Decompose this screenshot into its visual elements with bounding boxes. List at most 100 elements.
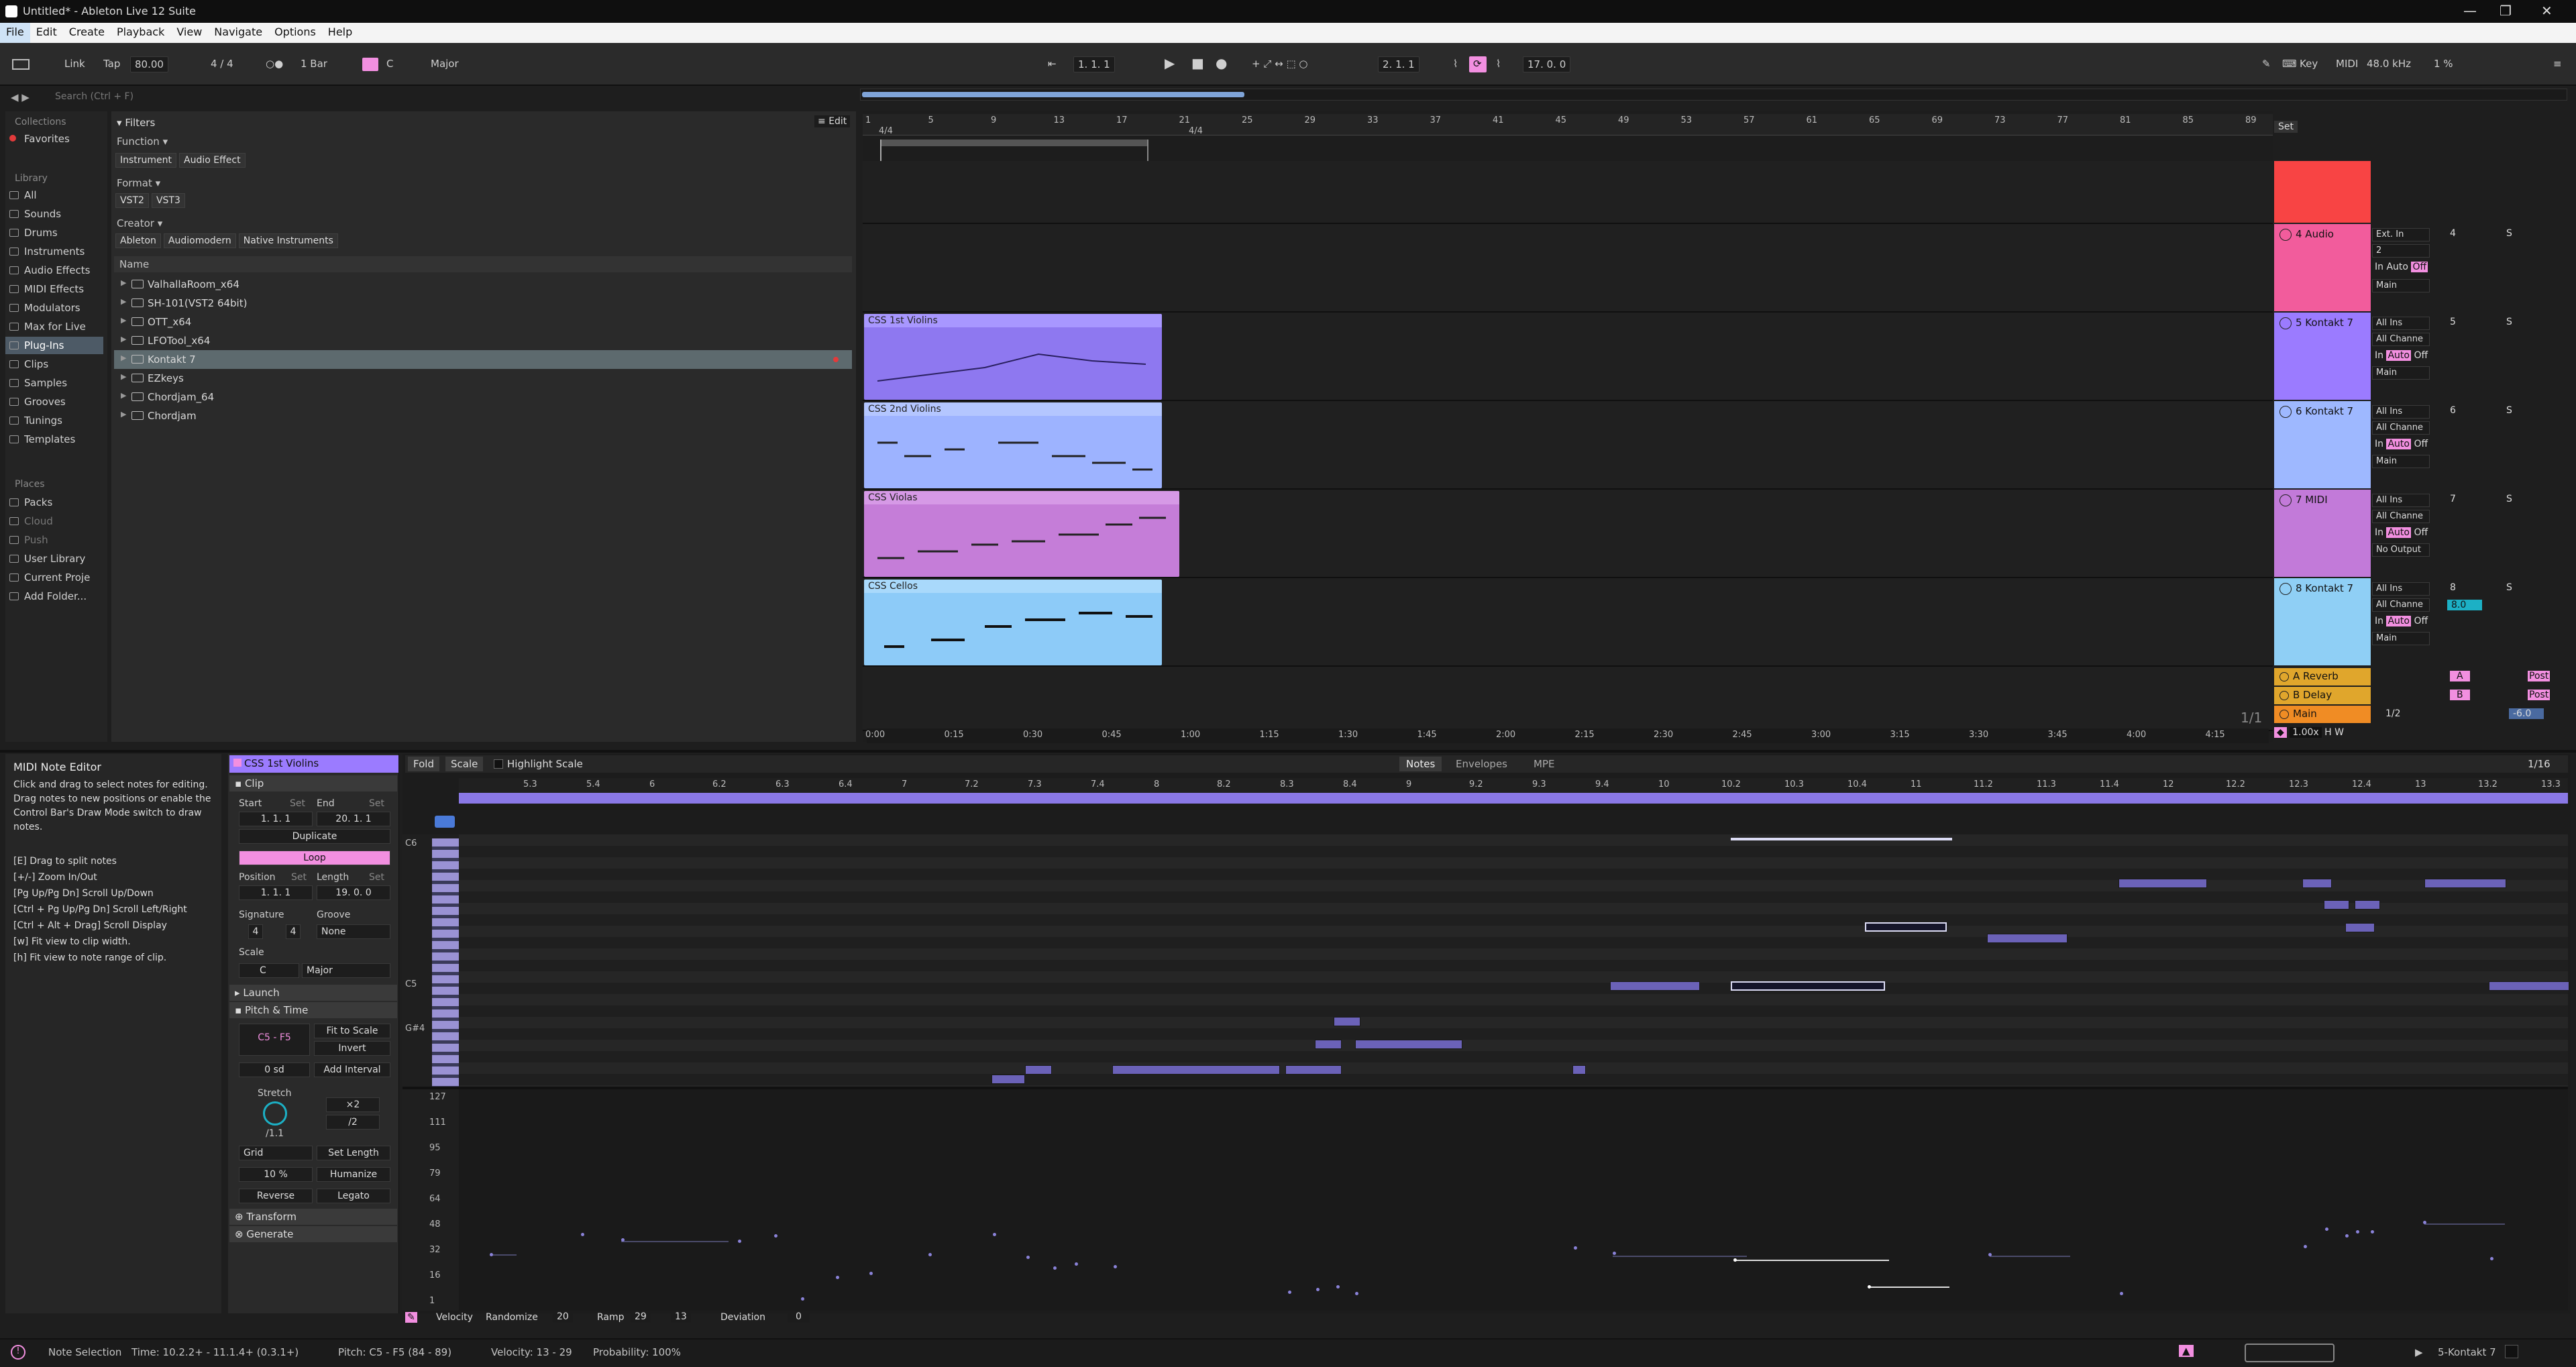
overview-mini[interactable]: [2245, 1344, 2334, 1362]
length-field[interactable]: 19. 0. 0: [317, 885, 390, 900]
sidebar-item-add-folder[interactable]: Add Folder...: [5, 588, 103, 605]
zoom-level[interactable]: 1.00x: [2290, 727, 2322, 738]
clip-color-icon[interactable]: [233, 759, 241, 767]
length-set-button[interactable]: Set: [369, 872, 384, 883]
clip-css-violas[interactable]: CSS Violas: [864, 491, 1179, 577]
return-track-b-delay[interactable]: B Delay: [2274, 687, 2371, 704]
monitor-controls[interactable]: In Auto Off: [2375, 262, 2428, 272]
input-type-select[interactable]: All Ins: [2372, 582, 2430, 596]
sidebar-item-samples[interactable]: Samples: [5, 374, 103, 392]
zoom-controls[interactable]: ◆ 1.00x H W: [2274, 727, 2371, 743]
velocity-point[interactable]: [1574, 1246, 1577, 1250]
output-select[interactable]: Main: [2372, 279, 2430, 292]
note-grid[interactable]: [459, 834, 2569, 1087]
midi-note[interactable]: [1025, 1065, 1052, 1075]
tag-instrument[interactable]: Instrument: [115, 153, 177, 168]
punch-out-icon[interactable]: ⌇: [1492, 56, 1505, 72]
stretch-knob-icon[interactable]: [263, 1101, 287, 1126]
monitor-off[interactable]: Off: [2411, 262, 2428, 272]
solo-button[interactable]: S: [2506, 228, 2512, 239]
scale-button[interactable]: Scale: [445, 757, 484, 771]
set-length-button[interactable]: Set Length: [317, 1146, 390, 1160]
velocity-lane[interactable]: [459, 1089, 2568, 1311]
track-activator-icon[interactable]: [2279, 690, 2289, 700]
humanize-button[interactable]: Humanize: [317, 1167, 390, 1182]
zoom-icon[interactable]: ◆: [2274, 727, 2287, 738]
monitor-controls[interactable]: In Auto Off: [2375, 439, 2428, 449]
midi-note[interactable]: [2345, 923, 2375, 932]
velocity-point[interactable]: [1336, 1285, 1340, 1289]
track-header-8-kontakt[interactable]: 8 Kontakt 7: [2274, 578, 2371, 665]
velocity-point-selected[interactable]: [1733, 1258, 1737, 1262]
tag-native-instruments[interactable]: Native Instruments: [238, 233, 338, 248]
tempo-field[interactable]: 80.00: [130, 56, 168, 72]
post-button[interactable]: Post: [2528, 690, 2551, 700]
sidebar-item-packs[interactable]: Packs: [5, 494, 103, 511]
velocity-point[interactable]: [2304, 1245, 2307, 1248]
expand-icon[interactable]: ▶: [121, 297, 126, 306]
velocity-point[interactable]: [869, 1272, 873, 1275]
generate-section-header[interactable]: ⊗ Generate: [229, 1226, 397, 1242]
fit-to-scale-button[interactable]: Fit to Scale: [314, 1024, 390, 1038]
sig-marker-1[interactable]: 4/4: [879, 126, 893, 136]
main-cue-select[interactable]: 1/2: [2385, 708, 2401, 719]
start-field[interactable]: 1. 1. 1: [239, 812, 313, 826]
monitor-in[interactable]: In: [2375, 439, 2383, 449]
deviation-amount[interactable]: 0: [788, 1311, 810, 1323]
randomize-button[interactable]: Randomize: [486, 1312, 538, 1323]
solo-button[interactable]: S: [2506, 317, 2512, 327]
track-volume[interactable]: 8.0: [2447, 600, 2482, 610]
track-header-7-midi[interactable]: 7 MIDI: [2274, 490, 2371, 577]
clip-css-cellos[interactable]: CSS Cellos: [864, 580, 1162, 665]
file-item[interactable]: ▶ ValhallaRoom_x64: [114, 275, 852, 294]
tab-notes[interactable]: Notes: [1399, 757, 1442, 771]
track-header-5-kontakt[interactable]: 5 Kontakt 7: [2274, 313, 2371, 400]
clip-scale-select[interactable]: Major: [302, 963, 390, 978]
midi-note[interactable]: [1572, 1065, 1586, 1075]
midi-mapping-button[interactable]: MIDI: [2332, 56, 2362, 72]
menu-help[interactable]: Help: [322, 23, 358, 43]
clip-name-header[interactable]: CSS 1st Violins: [229, 755, 398, 773]
midi-note[interactable]: [1731, 838, 1952, 840]
return-lanes[interactable]: [863, 667, 2273, 731]
midi-note[interactable]: [1610, 981, 1700, 991]
velocity-point[interactable]: [2356, 1230, 2359, 1234]
midi-note[interactable]: [1987, 934, 2068, 943]
input-channel-select[interactable]: All Channe: [2372, 598, 2430, 612]
overview-viewport[interactable]: [862, 92, 1244, 97]
monitor-controls[interactable]: In Auto Off: [2375, 616, 2428, 626]
sidebar-item-cloud[interactable]: Cloud: [5, 512, 103, 530]
sidebar-item-current-project[interactable]: Current Proje: [5, 569, 103, 586]
tab-envelopes[interactable]: Envelopes: [1456, 758, 1507, 770]
randomize-amount[interactable]: 20: [553, 1311, 573, 1323]
input-channel-select[interactable]: All Channe: [2372, 510, 2430, 523]
input-channel-select[interactable]: All Channe: [2372, 421, 2430, 435]
velocity-point[interactable]: [1075, 1262, 1078, 1266]
sidebar-item-grooves[interactable]: Grooves: [5, 393, 103, 411]
follow-icon[interactable]: ⇤: [1044, 56, 1061, 72]
velocity-point[interactable]: [774, 1234, 777, 1238]
velocity-point[interactable]: [581, 1233, 584, 1236]
file-item[interactable]: ▶ LFOTool_x64: [114, 331, 852, 350]
velocity-bar[interactable]: [1990, 1256, 2070, 1257]
midi-note[interactable]: [1112, 1065, 1280, 1075]
velocity-point[interactable]: [993, 1233, 996, 1236]
velocity-point[interactable]: [621, 1238, 625, 1242]
send-b-button[interactable]: B: [2450, 690, 2470, 700]
metronome-icon[interactable]: ○●: [262, 56, 287, 72]
w-button[interactable]: W: [2334, 727, 2344, 738]
sidebar-item-clips[interactable]: Clips: [5, 356, 103, 373]
transpose-field[interactable]: 0 sd: [239, 1062, 310, 1077]
send-a-button[interactable]: A: [2450, 671, 2470, 681]
menu-playback[interactable]: Playback: [111, 23, 170, 43]
loop-toggle-icon[interactable]: ⟳: [1469, 56, 1487, 72]
input-channel-select[interactable]: All Channe: [2372, 333, 2430, 346]
play-small-icon[interactable]: ▶: [2415, 1346, 2423, 1358]
monitor-off[interactable]: Off: [2414, 527, 2428, 538]
set-button[interactable]: Set: [2274, 121, 2298, 133]
close-button[interactable]: ✕: [2541, 3, 2553, 19]
key-select[interactable]: C: [382, 56, 397, 72]
end-field[interactable]: 20. 1. 1: [317, 812, 390, 826]
grid-select[interactable]: Grid: [239, 1146, 313, 1160]
monitor-off[interactable]: Off: [2414, 616, 2428, 626]
